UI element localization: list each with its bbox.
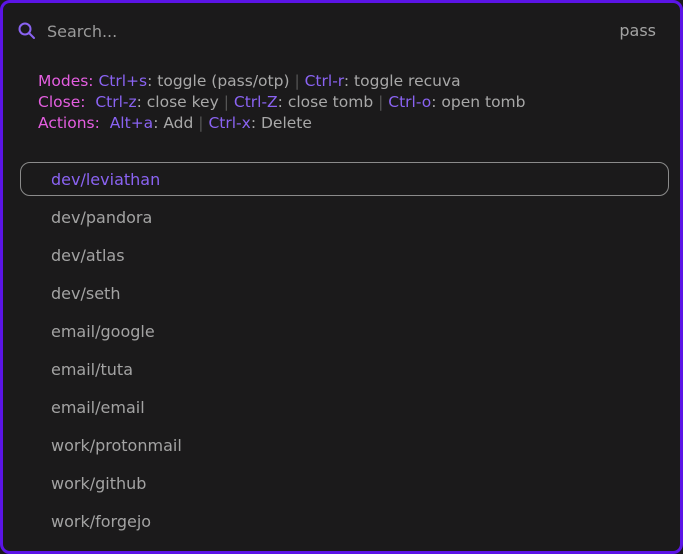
list-item[interactable]: dev/pandora (20, 200, 669, 234)
list-item[interactable]: work/protonmail (20, 428, 669, 462)
search-input[interactable] (47, 19, 567, 43)
list-item[interactable]: email/google (20, 314, 669, 348)
help-title-actions: Actions: (38, 114, 100, 132)
list-item[interactable]: dev/atlas (20, 238, 669, 272)
help-line-actions: Actions: Alt+a: Add | Ctrl-x: Delete (38, 113, 526, 134)
help-separator: | (378, 93, 384, 111)
help-key: Ctrl-z (95, 93, 137, 111)
help-text: : toggle (pass/otp) (147, 72, 290, 90)
search-icon (17, 21, 37, 41)
list-item[interactable]: email/tuta (20, 352, 669, 386)
launcher-window: pass Modes: Ctrl+s: toggle (pass/otp) | … (0, 0, 683, 554)
help-key: Alt+a (109, 114, 154, 132)
help-text: : Delete (250, 114, 312, 132)
help-key: Ctrl+s (98, 72, 148, 90)
help-line-close: Close: Ctrl-z: close key | Ctrl-Z: close… (38, 92, 526, 113)
help-key: Ctrl-x (208, 114, 251, 132)
help-separator: | (198, 114, 204, 132)
help-text: : Add (153, 114, 194, 132)
keybinding-help: Modes: Ctrl+s: toggle (pass/otp) | Ctrl-… (38, 71, 526, 134)
entry-list: dev/leviathan dev/pandora dev/atlas dev/… (20, 162, 669, 542)
help-key: Ctrl-Z (233, 93, 278, 111)
mode-indicator: pass (619, 21, 656, 40)
search-bar: pass (17, 19, 656, 43)
help-key: Ctrl-o (388, 93, 432, 111)
list-item[interactable]: work/forgejo (20, 504, 669, 538)
help-key: Ctrl-r (304, 72, 344, 90)
help-title-modes: Modes: (38, 72, 94, 90)
help-text: : close tomb (277, 93, 374, 111)
list-item[interactable]: dev/seth (20, 276, 669, 310)
help-text: : toggle recuva (343, 72, 461, 90)
help-text: : open tomb (431, 93, 526, 111)
list-item[interactable]: dev/leviathan (20, 162, 669, 196)
list-item[interactable]: work/github (20, 466, 669, 500)
list-item[interactable]: email/email (20, 390, 669, 424)
help-separator: | (294, 72, 300, 90)
help-title-close: Close: (38, 93, 86, 111)
help-line-modes: Modes: Ctrl+s: toggle (pass/otp) | Ctrl-… (38, 71, 526, 92)
help-text: : close key (136, 93, 219, 111)
help-separator: | (223, 93, 229, 111)
